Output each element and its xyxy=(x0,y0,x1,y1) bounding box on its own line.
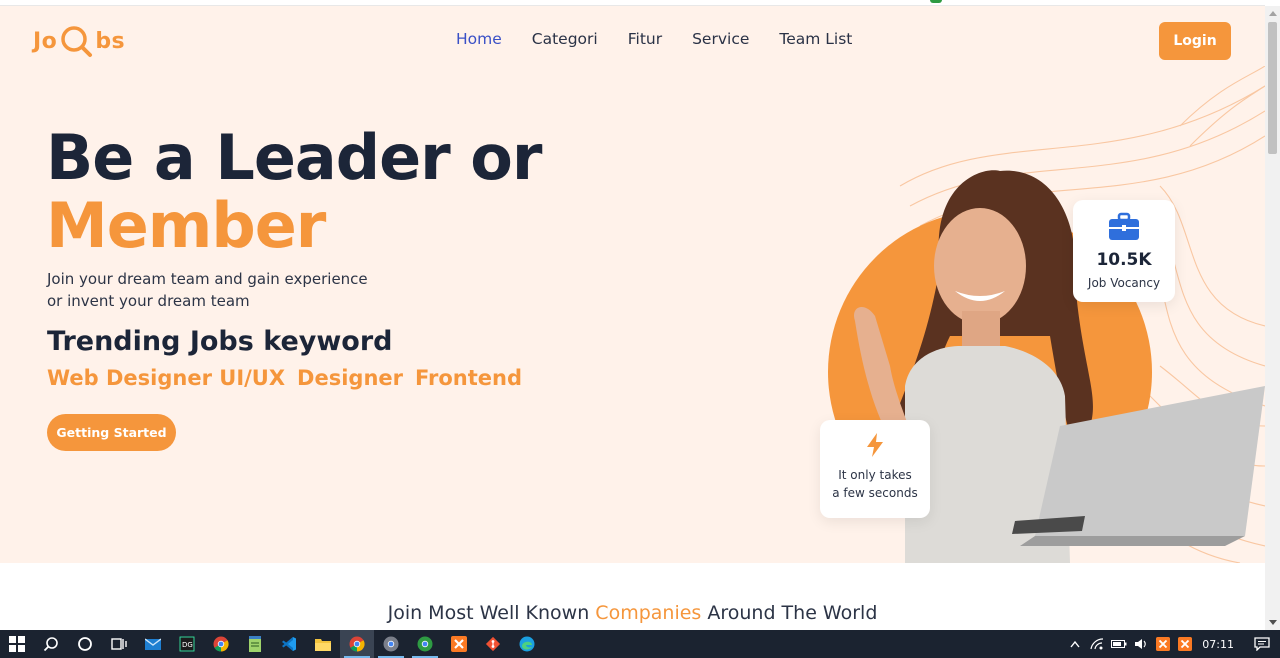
jobs-logo[interactable]: Jo bs xyxy=(33,24,125,58)
hero-title-line2: Member xyxy=(46,189,326,262)
hero-subtitle: Join your dream team and gain experience… xyxy=(47,268,407,312)
xampp-icon[interactable] xyxy=(442,630,476,658)
page-scrollbar[interactable] xyxy=(1265,6,1280,630)
scrollbar-thumb[interactable] xyxy=(1268,22,1277,154)
notifications-icon[interactable] xyxy=(1244,630,1280,658)
windows-start-icon[interactable] xyxy=(0,630,34,658)
job-vacancy-count: 10.5K xyxy=(1096,250,1152,270)
hero-subtitle-line1: Join your dream team and gain experience xyxy=(47,270,368,288)
chrome-icon[interactable] xyxy=(374,630,408,658)
mail-icon[interactable] xyxy=(136,630,170,658)
datagrip-icon[interactable]: DG xyxy=(170,630,204,658)
main-nav: Home Categori Fitur Service Team List xyxy=(456,30,882,48)
hero-section: Jo bs Home Categori Fitur Service Team L… xyxy=(0,6,1265,563)
nav-service[interactable]: Service xyxy=(692,30,749,48)
companies-heading-highlight: Companies xyxy=(595,602,702,624)
quick-signup-card: It only takes a few seconds xyxy=(820,420,930,518)
volume-icon[interactable] xyxy=(1130,630,1152,658)
keyword-link[interactable]: Frontend xyxy=(415,366,522,390)
nav-home[interactable]: Home xyxy=(456,30,502,48)
file-explorer-icon[interactable] xyxy=(306,630,340,658)
logo-text-left: Jo xyxy=(33,28,58,54)
nav-categori[interactable]: Categori xyxy=(532,30,598,48)
git-icon[interactable] xyxy=(476,630,510,658)
chrome-icon[interactable] xyxy=(204,630,238,658)
xampp-tray-icon[interactable] xyxy=(1152,630,1174,658)
keyword-link[interactable]: Web Designer UI/UX xyxy=(47,366,285,390)
scroll-up-arrow-icon[interactable] xyxy=(1269,11,1277,16)
trending-title: Trending Jobs keyword xyxy=(47,326,393,357)
logo-text-right: bs xyxy=(95,28,126,54)
trending-keywords: Web Designer UI/UX Designer Frontend xyxy=(47,366,534,390)
search-icon[interactable] xyxy=(34,630,68,658)
quick-signup-text: It only takes a few seconds xyxy=(832,466,917,502)
vscode-icon[interactable] xyxy=(272,630,306,658)
login-button[interactable]: Login xyxy=(1159,22,1231,60)
battery-icon[interactable] xyxy=(1108,630,1130,658)
companies-heading-after: Around The World xyxy=(701,602,878,624)
notepad-icon[interactable] xyxy=(238,630,272,658)
nav-team-list[interactable]: Team List xyxy=(779,30,852,48)
chevron-up-icon[interactable] xyxy=(1064,630,1086,658)
cortana-icon[interactable] xyxy=(68,630,102,658)
taskbar-clock[interactable]: 07:11 xyxy=(1196,638,1244,651)
getting-started-button[interactable]: Getting Started xyxy=(47,414,176,451)
svg-text:DG: DG xyxy=(182,641,193,649)
progress-segment xyxy=(930,0,942,3)
edge-icon[interactable] xyxy=(510,630,544,658)
system-tray: 07:11 xyxy=(1064,630,1280,658)
scroll-down-arrow-icon[interactable] xyxy=(1269,620,1277,625)
xampp-tray-icon[interactable] xyxy=(1174,630,1196,658)
job-vacancy-card: 10.5K Job Vocancy xyxy=(1073,200,1175,302)
magnifier-logo-icon xyxy=(59,24,93,58)
job-vacancy-label: Job Vocancy xyxy=(1087,276,1161,290)
lightning-icon xyxy=(865,432,885,462)
windows-taskbar: DG 07:11 xyxy=(0,630,1280,658)
briefcase-icon xyxy=(1108,212,1140,246)
task-view-icon[interactable] xyxy=(102,630,136,658)
nav-fitur[interactable]: Fitur xyxy=(628,30,662,48)
companies-heading: Join Most Well Known Companies Around Th… xyxy=(0,602,1265,624)
chrome-icon[interactable] xyxy=(408,630,442,658)
wifi-icon[interactable] xyxy=(1086,630,1108,658)
quick-signup-line1: It only takes xyxy=(838,468,912,482)
page-viewport: Jo bs Home Categori Fitur Service Team L… xyxy=(0,6,1265,630)
hero-subtitle-line2: or invent your dream team xyxy=(47,292,250,310)
hero-title-line1: Be a Leader or xyxy=(46,121,542,194)
chrome-icon[interactable] xyxy=(340,630,374,658)
quick-signup-line2: a few seconds xyxy=(832,486,918,500)
companies-heading-before: Join Most Well Known xyxy=(387,602,596,624)
keyword-link[interactable]: Designer xyxy=(297,366,403,390)
